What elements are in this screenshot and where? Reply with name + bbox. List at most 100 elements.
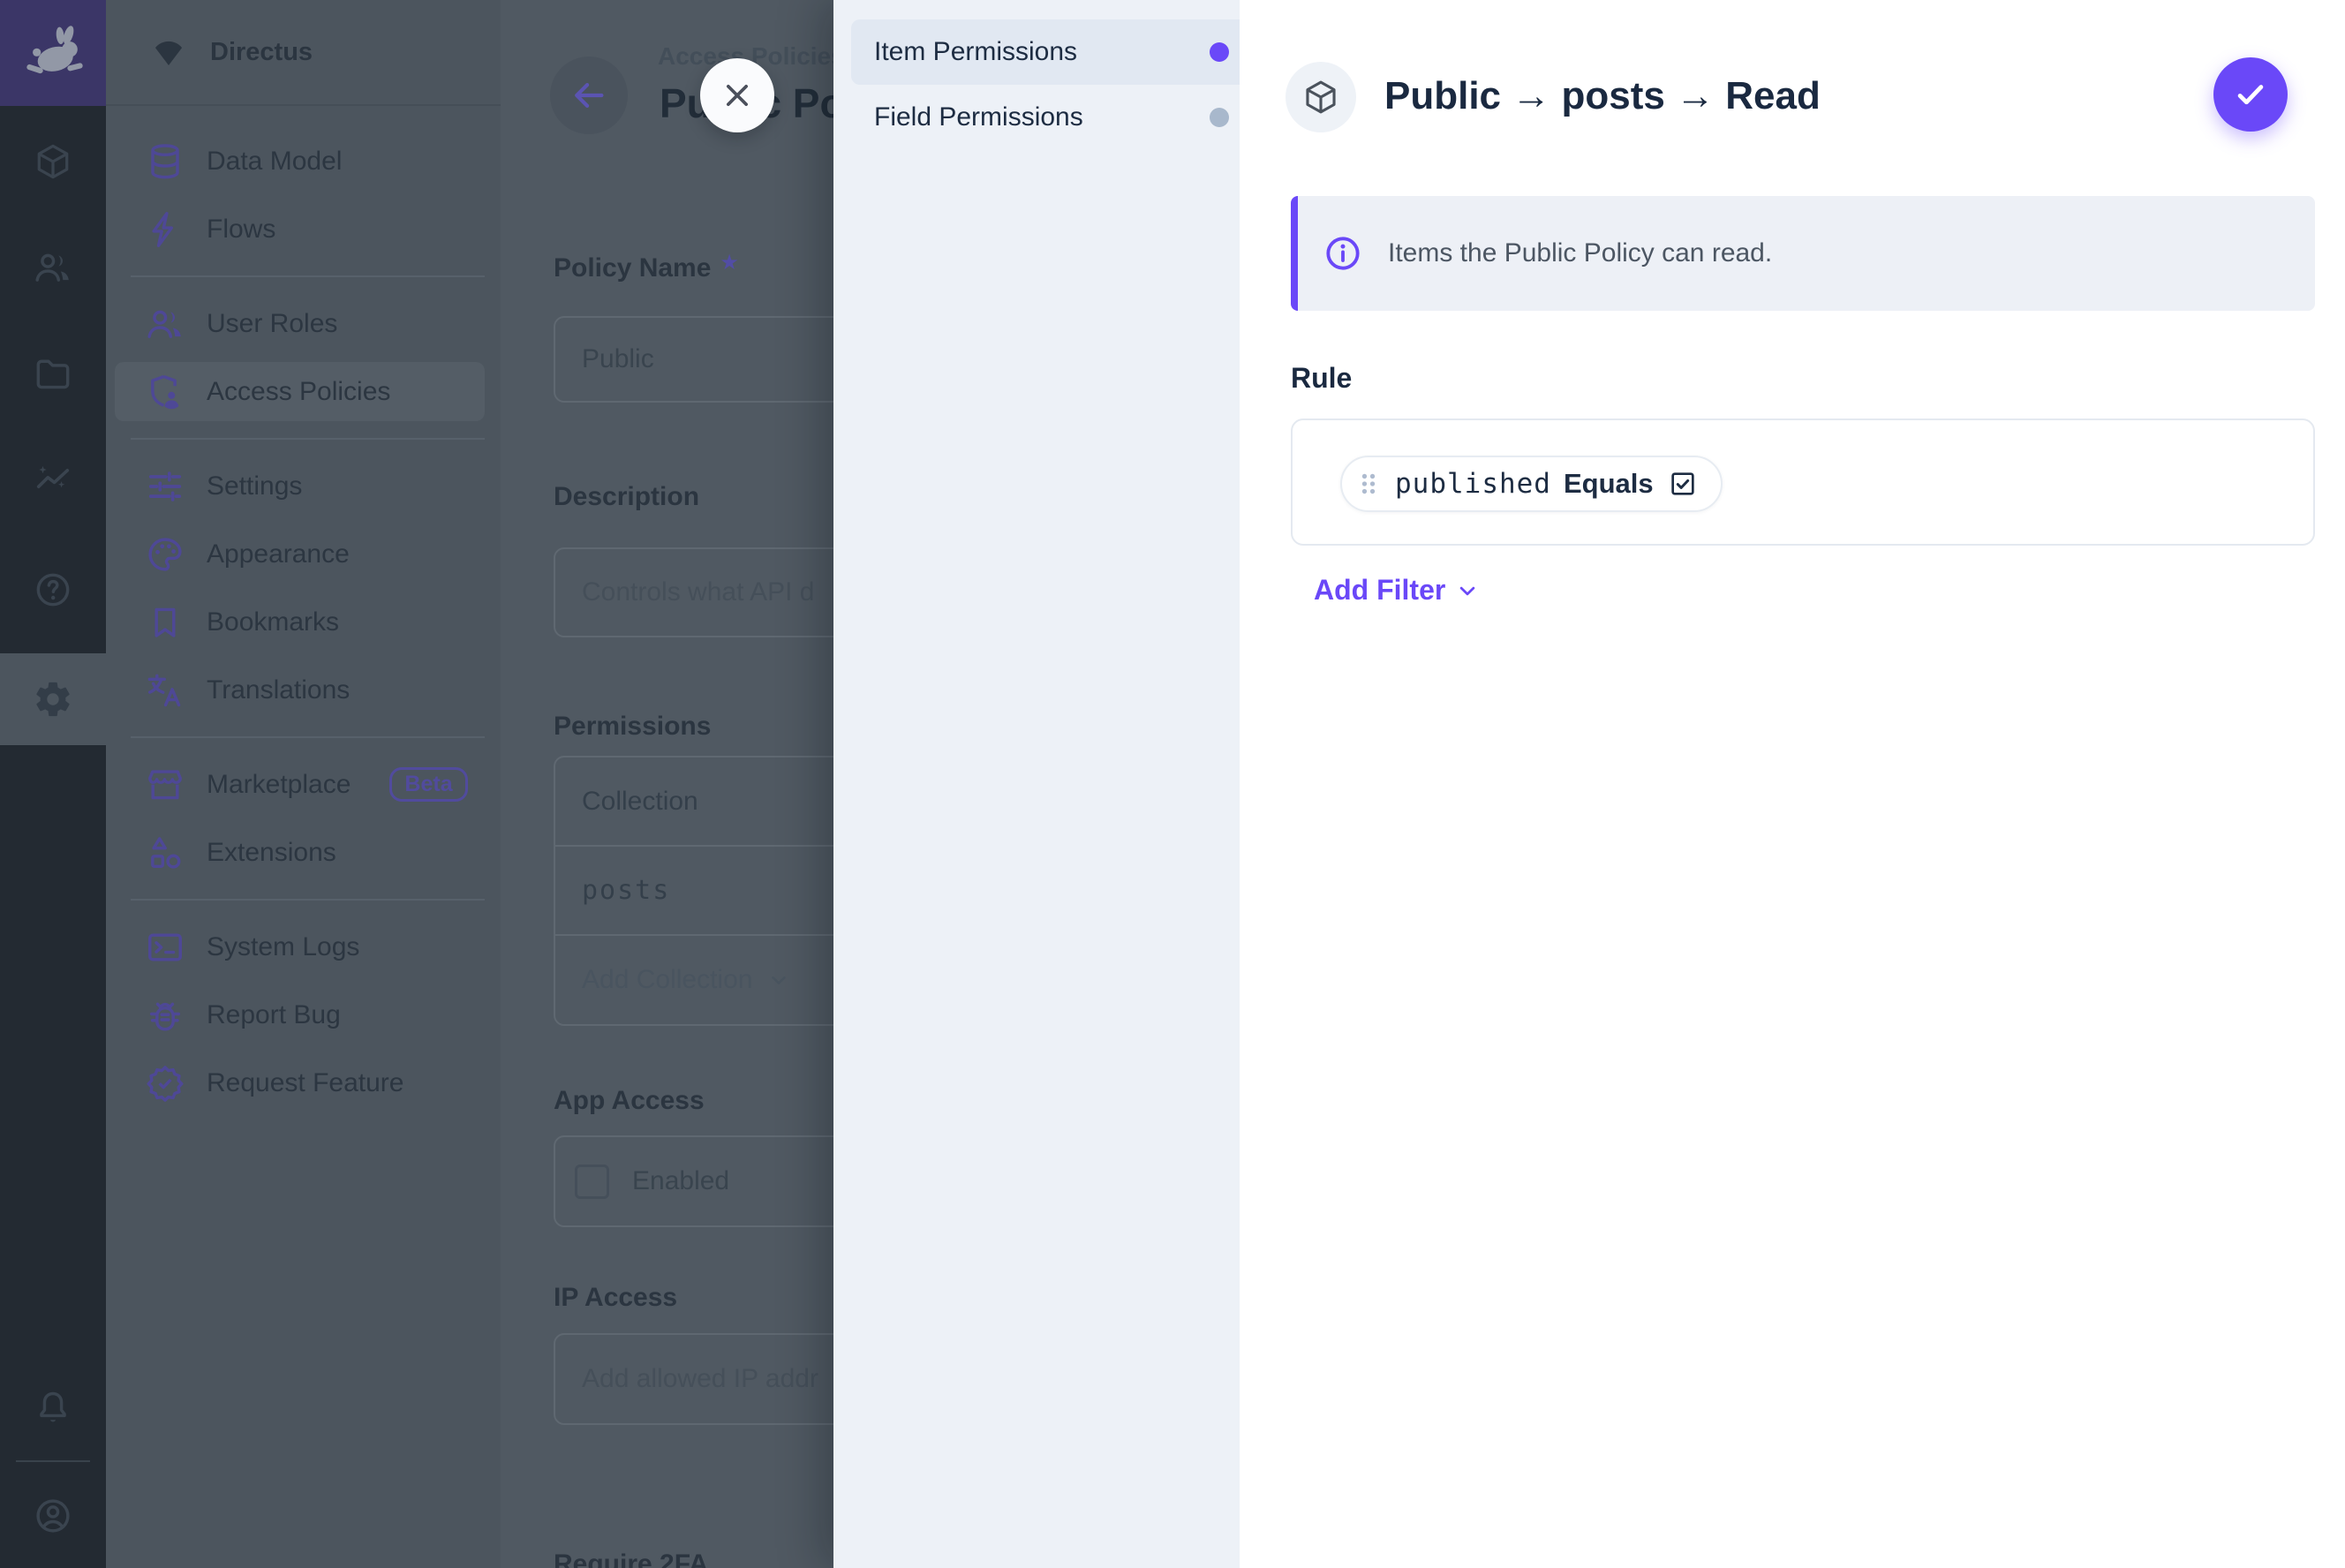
- sidebar-item-marketplace[interactable]: MarketplaceBeta: [106, 750, 501, 818]
- active-dot: [1210, 42, 1229, 62]
- shield-user-icon: [145, 372, 185, 412]
- sidebar-item-flows[interactable]: Flows: [106, 195, 501, 263]
- tab-field-permissions[interactable]: Field Permissions: [851, 85, 1255, 150]
- inactive-dot: [1210, 108, 1229, 127]
- sidebar-item-label: Data Model: [207, 147, 342, 177]
- verified-icon: [145, 1063, 185, 1104]
- sidebar-item-label: User Roles: [207, 309, 337, 339]
- app-access-label: App Access: [554, 1086, 705, 1116]
- sidebar-item-label: Translations: [207, 675, 350, 705]
- description-label: Description: [554, 482, 699, 512]
- collection-row-value: posts: [582, 875, 670, 906]
- sidebar-item-user-roles[interactable]: User Roles: [106, 290, 501, 358]
- chevron-down-icon: [1454, 577, 1481, 604]
- ip-access-placeholder: Add allowed IP addr: [582, 1364, 818, 1394]
- sidebar-item-label: System Logs: [207, 932, 359, 962]
- app-root: Access Policies Public Po Policy Name★ P…: [0, 0, 2345, 1568]
- drag-handle-icon[interactable]: [1354, 470, 1383, 498]
- add-filter-button[interactable]: Add Filter: [1314, 574, 1481, 607]
- bolt-icon: [145, 209, 185, 250]
- database-icon: [145, 141, 185, 182]
- sidebar-item-access-policies[interactable]: Access Policies: [106, 358, 501, 426]
- terminal-icon: [145, 927, 185, 968]
- permissions-label: Permissions: [554, 712, 711, 742]
- policy-name-label: Policy Name★: [554, 250, 739, 283]
- beta-badge: Beta: [389, 767, 467, 802]
- check-icon: [2231, 75, 2270, 114]
- project-name: Directus: [210, 38, 313, 67]
- sidebar-item-label: Bookmarks: [207, 607, 339, 637]
- filter-operator[interactable]: Equals: [1564, 468, 1654, 500]
- palette-icon: [145, 534, 185, 575]
- directus-logo[interactable]: [0, 0, 106, 106]
- sidebar-divider: [131, 736, 485, 738]
- sidebar-item-label: Request Feature: [207, 1068, 403, 1098]
- chevron-down-icon: [766, 968, 791, 992]
- drawer-subnav: Item Permissions Field Permissions: [833, 0, 1240, 1568]
- filter-chip[interactable]: published Equals: [1340, 456, 1723, 512]
- rule-label: Rule: [1291, 362, 1352, 395]
- require-2fa-label: Require 2FA: [554, 1549, 708, 1568]
- module-gear-icon[interactable]: [33, 679, 73, 720]
- box-icon: [1301, 78, 1340, 117]
- sidebar-item-extensions[interactable]: Extensions: [106, 818, 501, 886]
- notice-text: Items the Public Policy can read.: [1388, 238, 1772, 268]
- description-placeholder: Controls what API d: [582, 577, 814, 607]
- sidebar-item-system-logs[interactable]: System Logs: [106, 913, 501, 981]
- tab-item-permissions[interactable]: Item Permissions: [851, 19, 1255, 85]
- sidebar-item-request-feature[interactable]: Request Feature: [106, 1049, 501, 1117]
- rule-filter-box: published Equals: [1291, 418, 2315, 546]
- filter-field[interactable]: published: [1395, 468, 1551, 500]
- close-icon: [719, 77, 756, 114]
- required-star: ★: [720, 251, 739, 275]
- project-row[interactable]: Directus: [106, 0, 501, 106]
- sidebar-item-appearance[interactable]: Appearance: [106, 520, 501, 588]
- sidebar-item-label: Access Policies: [207, 377, 390, 407]
- enabled-checkbox[interactable]: [575, 1165, 609, 1199]
- extension-icon: [145, 833, 185, 873]
- module-box-icon[interactable]: [33, 141, 73, 182]
- translate-icon: [145, 670, 185, 711]
- sidebar-item-settings[interactable]: Settings: [106, 452, 501, 520]
- back-button[interactable]: [550, 57, 628, 134]
- sidebar-item-label: Extensions: [207, 838, 336, 868]
- permissions-drawer: Item Permissions Field Permissions Publi…: [833, 0, 2345, 1568]
- add-filter-label: Add Filter: [1314, 574, 1445, 607]
- drawer-header-icon: [1286, 62, 1356, 132]
- info-icon: [1323, 233, 1363, 274]
- module-insights-icon[interactable]: [33, 458, 73, 499]
- module-bar: [0, 0, 106, 1568]
- drawer-title: Public → posts → Read: [1384, 74, 1821, 118]
- storefront-icon: [145, 765, 185, 805]
- sidebar-nav: Data Model Flows User Roles Access Policies…: [106, 106, 501, 1117]
- tab-label: Item Permissions: [874, 37, 1077, 67]
- users-icon: [145, 304, 185, 344]
- sidebar-item-label: Settings: [207, 471, 302, 501]
- module-account-icon[interactable]: [33, 1496, 73, 1536]
- module-folder-icon[interactable]: [33, 354, 73, 395]
- sidebar-item-label: Appearance: [207, 539, 350, 569]
- checkbox-checked-icon[interactable]: [1668, 469, 1698, 499]
- sidebar-item-data-model[interactable]: Data Model: [106, 127, 501, 195]
- sidebar-item-translations[interactable]: Translations: [106, 656, 501, 724]
- sidebar-item-report-bug[interactable]: Report Bug: [106, 981, 501, 1049]
- rabbit-logo-icon: [19, 19, 87, 87]
- sidebar-divider: [131, 899, 485, 901]
- module-help-icon[interactable]: [33, 569, 73, 610]
- drawer-content: Public → posts → Read Items the Public P…: [1240, 0, 2345, 1568]
- sidebar: Directus Data Model Flows User Roles Access…: [106, 0, 501, 1568]
- collection-column-header: Collection: [582, 787, 698, 817]
- tune-icon: [145, 466, 185, 507]
- sidebar-divider: [131, 438, 485, 440]
- bookmark-icon: [145, 602, 185, 643]
- save-button[interactable]: [2213, 57, 2288, 132]
- close-drawer-button[interactable]: [700, 58, 774, 132]
- tab-label: Field Permissions: [874, 102, 1083, 132]
- sidebar-item-bookmarks[interactable]: Bookmarks: [106, 588, 501, 656]
- policy-name-value: Public: [582, 344, 654, 374]
- sidebar-item-label: Flows: [207, 215, 275, 245]
- module-users-icon[interactable]: [33, 247, 73, 288]
- arrow-left-icon: [569, 75, 609, 116]
- bug-icon: [145, 995, 185, 1036]
- module-bell-icon[interactable]: [33, 1388, 73, 1429]
